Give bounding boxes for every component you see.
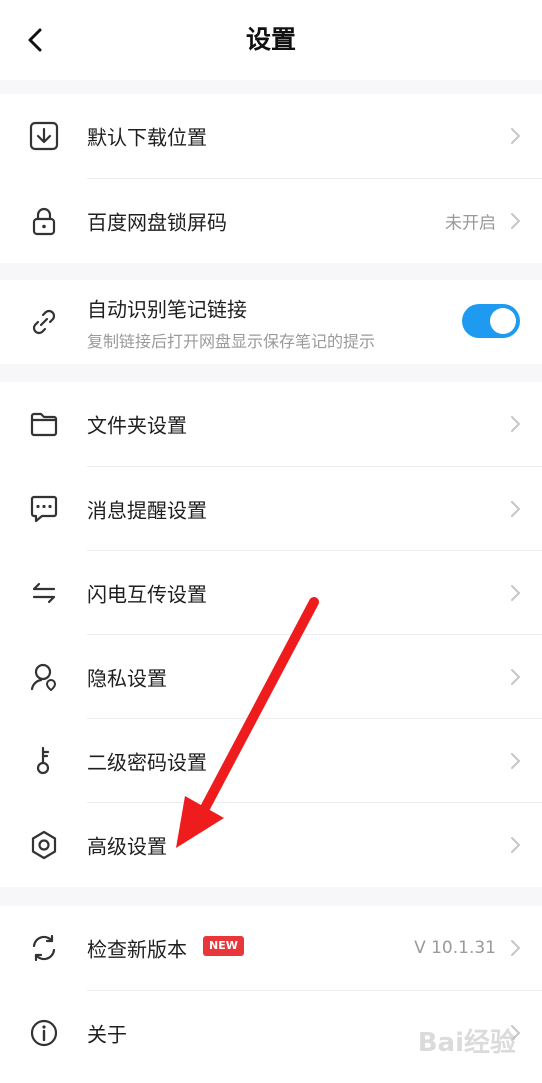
chevron-right-icon — [510, 499, 522, 519]
settings-item-label: 文件夹设置 — [87, 413, 187, 438]
settings-item-label: 自动识别笔记链接 — [87, 297, 247, 322]
settings-item-secondary-password[interactable]: 二级密码设置 — [0, 719, 542, 803]
chevron-right-icon — [510, 414, 522, 434]
new-badge: NEW — [203, 936, 244, 956]
refresh-icon — [27, 931, 61, 965]
info-icon — [27, 1016, 61, 1050]
settings-item-message-reminder[interactable]: 消息提醒设置 — [0, 467, 542, 551]
chevron-right-icon — [510, 583, 522, 603]
settings-item-lock-screen-code[interactable]: 百度网盘锁屏码 未开启 — [0, 179, 542, 263]
settings-item-label: 检查新版本 — [87, 937, 187, 962]
settings-item-advanced[interactable]: 高级设置 — [0, 803, 542, 887]
chevron-right-icon — [510, 667, 522, 687]
toggle-knob — [490, 308, 516, 334]
section-gap — [0, 80, 542, 94]
settings-item-description: 复制链接后打开网盘显示保存笔记的提示 — [87, 332, 376, 351]
settings-item-folder[interactable]: 文件夹设置 — [0, 382, 542, 466]
settings-item-check-update[interactable]: 检查新版本 NEW V 10.1.31 — [0, 906, 542, 990]
link-icon — [27, 305, 61, 339]
chevron-right-icon — [510, 211, 522, 231]
settings-item-label: 默认下载位置 — [87, 125, 207, 150]
section-gap — [0, 262, 542, 280]
settings-item-label: 二级密码设置 — [87, 750, 207, 775]
chevron-right-icon — [510, 751, 522, 771]
settings-item-download-location[interactable]: 默认下载位置 — [0, 94, 542, 178]
version-value: V 10.1.31 — [414, 938, 496, 958]
settings-item-label: 关于 — [87, 1022, 127, 1047]
chevron-right-icon — [510, 126, 522, 146]
section-gap — [0, 886, 542, 906]
settings-item-label: 消息提醒设置 — [87, 498, 207, 523]
settings-item-auto-detect-note-link: 自动识别笔记链接 复制链接后打开网盘显示保存笔记的提示 — [0, 280, 542, 364]
auto-link-toggle[interactable] — [462, 304, 520, 338]
settings-item-flash-transfer[interactable]: 闪电互传设置 — [0, 551, 542, 635]
key-icon — [27, 744, 61, 778]
page-title: 设置 — [245, 25, 296, 54]
gear-icon — [27, 828, 61, 862]
settings-item-label: 闪电互传设置 — [87, 582, 207, 607]
lock-status-value: 未开启 — [445, 213, 496, 234]
privacy-icon — [27, 660, 61, 694]
section-gap — [0, 364, 542, 382]
header: 设置 — [0, 0, 542, 80]
chevron-right-icon — [510, 938, 522, 958]
lock-icon — [27, 204, 61, 238]
transfer-arrows-icon — [27, 576, 61, 610]
watermark: Bai经验 — [417, 1028, 516, 1058]
chevron-right-icon — [510, 835, 522, 855]
message-icon — [27, 492, 61, 526]
settings-item-label: 高级设置 — [87, 834, 167, 859]
settings-item-privacy[interactable]: 隐私设置 — [0, 635, 542, 719]
settings-item-label: 隐私设置 — [87, 666, 167, 691]
download-icon — [27, 119, 61, 153]
folder-icon — [27, 407, 61, 441]
settings-item-label: 百度网盘锁屏码 — [87, 210, 227, 235]
